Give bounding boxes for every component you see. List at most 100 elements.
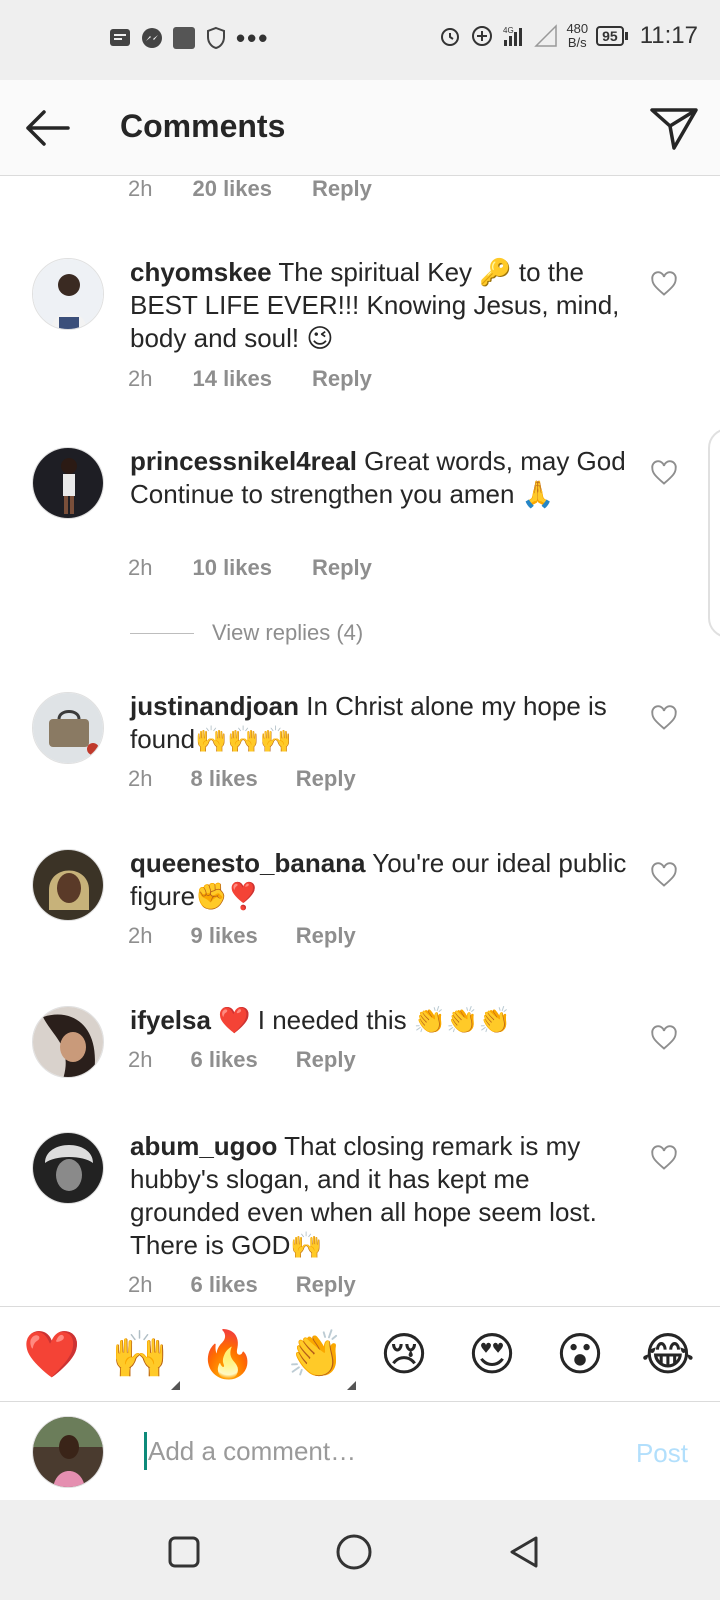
- surprised-face-emoji-button[interactable]: 😮: [550, 1324, 610, 1384]
- avatar[interactable]: [32, 1006, 104, 1078]
- comment-time: 2h: [128, 555, 153, 580]
- more-notifications-icon: •••: [236, 23, 270, 53]
- reply-button[interactable]: Reply: [296, 766, 356, 792]
- like-heart-icon[interactable]: [650, 1144, 678, 1172]
- system-navigation-bar: [0, 1500, 720, 1600]
- divider: [130, 632, 194, 634]
- like-heart-icon[interactable]: [650, 1024, 678, 1052]
- recents-square-icon[interactable]: [164, 1532, 204, 1572]
- like-heart-icon[interactable]: [650, 459, 678, 487]
- messenger-icon: [142, 28, 162, 48]
- tears-of-joy-emoji-button[interactable]: 😂: [638, 1324, 698, 1384]
- comment-likes[interactable]: 10 likes: [192, 555, 272, 581]
- comment-time: 2h: [128, 1272, 153, 1297]
- comment-text: princessnikel4real Great words, may God …: [130, 445, 630, 511]
- reply-button[interactable]: Reply: [312, 555, 372, 581]
- comment-meta: 2h 6 likes Reply: [128, 1272, 356, 1298]
- shield-icon: [207, 26, 225, 50]
- clapping-hands-emoji-button[interactable]: 👏: [286, 1324, 356, 1390]
- speed-value: 480: [566, 21, 589, 36]
- app-icon: [173, 27, 195, 49]
- comment-meta: 2h 8 likes Reply: [128, 766, 356, 792]
- comment-likes[interactable]: 14 likes: [192, 366, 272, 392]
- status-bar: ••• 4G 480 B/s 95 11:17: [0, 0, 720, 80]
- reply-button[interactable]: Reply: [312, 366, 372, 392]
- comment-username[interactable]: chyomskee: [130, 257, 272, 287]
- svg-text:4G: 4G: [503, 26, 514, 35]
- comment-text: ifyelsa ❤️ I needed this 👏👏👏: [130, 1004, 630, 1037]
- avatar[interactable]: [32, 447, 104, 519]
- clock: 11:17: [639, 22, 698, 49]
- comment-body: ❤️ I needed this 👏👏👏: [210, 1005, 512, 1035]
- comment-username[interactable]: princessnikel4real: [130, 446, 357, 476]
- scroll-handle[interactable]: [708, 428, 720, 638]
- current-user-avatar: [32, 1416, 104, 1488]
- comment-time: 2h: [128, 766, 153, 791]
- home-circle-icon[interactable]: [334, 1532, 374, 1572]
- comment-time: 2h: [128, 176, 153, 201]
- comment-text: queenesto_banana You're our ideal public…: [130, 847, 630, 913]
- comment-likes[interactable]: 20 likes: [192, 176, 272, 202]
- back-arrow-icon[interactable]: [20, 104, 76, 152]
- red-heart-emoji-button[interactable]: ❤️: [22, 1324, 82, 1384]
- emoji-quick-bar: ❤️ 🙌 🔥 👏 😢 😍 😮 😂: [0, 1306, 720, 1402]
- comment-username[interactable]: ifyelsa: [130, 1005, 211, 1035]
- battery-icon: 95: [596, 26, 628, 46]
- view-replies-button[interactable]: View replies (4): [130, 620, 363, 646]
- comment-likes[interactable]: 6 likes: [190, 1272, 257, 1298]
- heart-eyes-emoji-button[interactable]: 😍: [462, 1324, 522, 1384]
- direct-send-icon[interactable]: [648, 102, 700, 154]
- top-app-bar: Comments: [0, 80, 720, 176]
- skin-tone-indicator-icon: [347, 1381, 356, 1390]
- post-button[interactable]: Post: [636, 1438, 688, 1469]
- skin-tone-indicator-icon: [171, 1381, 180, 1390]
- avatar[interactable]: [32, 849, 104, 921]
- comment-text: chyomskee The spiritual Key 🔑 to the BES…: [130, 256, 630, 355]
- reply-button[interactable]: Reply: [296, 1272, 356, 1298]
- raising-hands-emoji-button[interactable]: 🙌: [110, 1324, 180, 1390]
- comment-likes[interactable]: 8 likes: [190, 766, 257, 792]
- system-icons: 4G 480 B/s 95 11:17: [438, 22, 698, 50]
- comment-meta: 2h 14 likes Reply: [128, 366, 372, 392]
- comment-username[interactable]: abum_ugoo: [130, 1131, 277, 1161]
- comment-time: 2h: [128, 366, 153, 391]
- view-replies-label: View replies (4): [212, 620, 364, 645]
- emoji-glyph: 👏: [287, 1328, 345, 1380]
- comment-likes[interactable]: 6 likes: [190, 1047, 257, 1073]
- emoji-glyph: 🙌: [111, 1328, 169, 1380]
- comment-time: 2h: [128, 1047, 153, 1072]
- comment-composer: Post: [0, 1402, 720, 1500]
- comment-likes[interactable]: 9 likes: [190, 923, 257, 949]
- avatar[interactable]: [32, 258, 104, 330]
- comment-text: abum_ugoo That closing remark is my hubb…: [130, 1130, 630, 1262]
- signal-empty-icon: [534, 24, 558, 47]
- battery-level: 95: [596, 26, 624, 46]
- like-heart-icon[interactable]: [650, 704, 678, 732]
- comment-username[interactable]: queenesto_banana: [130, 848, 366, 878]
- signal-4g-icon: 4G: [503, 26, 523, 46]
- comment-time: 2h: [128, 923, 153, 948]
- comment-meta: 2h 9 likes Reply: [128, 923, 356, 949]
- comment-meta-partial: 2h 20 likes Reply: [128, 176, 372, 202]
- reply-button[interactable]: Reply: [296, 1047, 356, 1073]
- fire-emoji-button[interactable]: 🔥: [198, 1324, 258, 1384]
- reply-button[interactable]: Reply: [296, 923, 356, 949]
- avatar[interactable]: [32, 1132, 104, 1204]
- alarm-icon: [441, 28, 460, 46]
- like-heart-icon[interactable]: [650, 861, 678, 889]
- data-saver-icon: [472, 26, 493, 46]
- network-speed: 480 B/s: [566, 22, 588, 50]
- message-icon: [110, 29, 130, 46]
- crying-face-emoji-button[interactable]: 😢: [374, 1324, 434, 1384]
- reply-button[interactable]: Reply: [312, 176, 372, 202]
- comment-meta: 2h 6 likes Reply: [128, 1047, 356, 1073]
- comment-text: justinandjoan In Christ alone my hope is…: [130, 690, 630, 756]
- comment-username[interactable]: justinandjoan: [130, 691, 299, 721]
- avatar[interactable]: [32, 692, 104, 764]
- text-cursor: [144, 1432, 147, 1470]
- comment-list[interactable]: 2h 20 likes Reply chyomskee The spiritua…: [0, 176, 720, 1306]
- page-title: Comments: [120, 108, 286, 144]
- back-triangle-icon[interactable]: [504, 1532, 544, 1572]
- add-comment-input[interactable]: [148, 1430, 588, 1472]
- like-heart-icon[interactable]: [650, 270, 678, 298]
